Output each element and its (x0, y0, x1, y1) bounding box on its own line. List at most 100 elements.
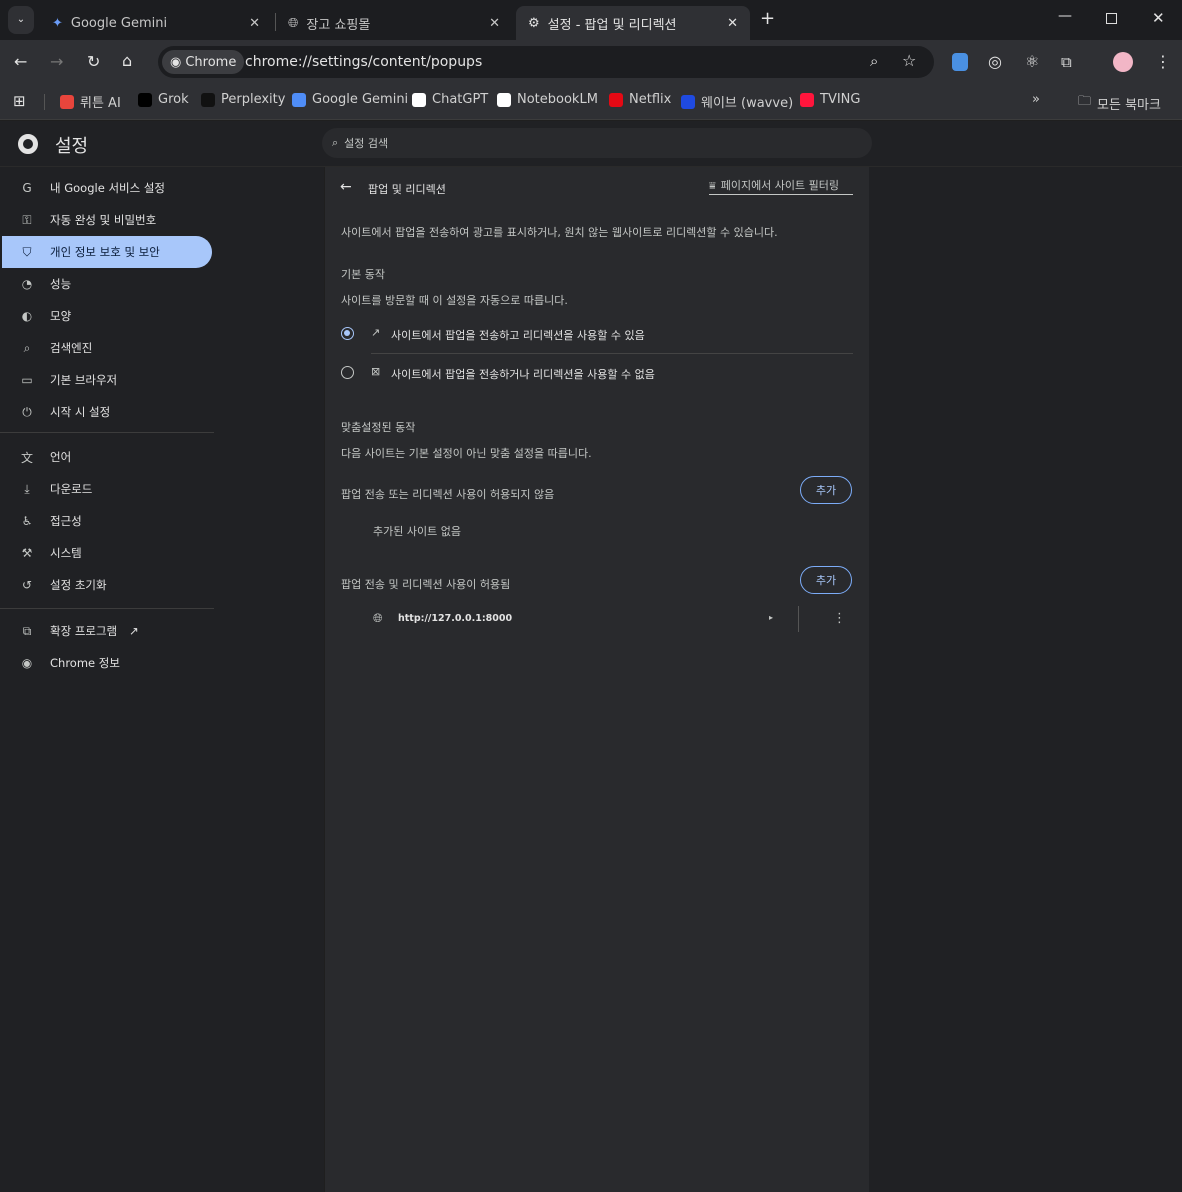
chevron-right-icon[interactable]: ▸ (769, 613, 773, 622)
settings-search-input[interactable]: ⌕ 설정 검색 (322, 128, 872, 158)
reset-icon: ↺ (21, 578, 33, 592)
maximize-button[interactable] (1106, 13, 1117, 24)
sidebar-item-label: Chrome 정보 (50, 656, 120, 670)
back-arrow-icon[interactable]: ← (340, 179, 352, 195)
sidebar-item-label: 다운로드 (50, 482, 93, 496)
option-allow-label[interactable]: 사이트에서 팝업을 전송하고 리디렉션을 사용할 수 있음 (391, 327, 645, 343)
close-tab-icon[interactable]: ✕ (489, 16, 500, 31)
tab-search-button[interactable]: ⌄ (8, 6, 34, 34)
sidebar-item[interactable]: ⚿ 자동 완성 및 비밀번호 (2, 204, 212, 236)
sidebar-item[interactable]: ♿︎ 접근성 (2, 505, 212, 537)
sidebar-item-label: 접근성 (50, 514, 82, 528)
all-bookmarks[interactable]: 🗀︎ 모든 북마크 (1078, 92, 1161, 114)
apps-icon[interactable]: ⊞ (13, 92, 26, 110)
bookmark-label: NotebookLM (517, 92, 598, 107)
sidebar-item[interactable]: ◐ 모양 (2, 300, 212, 332)
reload-button[interactable]: ↻ (87, 52, 100, 71)
gear-icon: ⚙ (528, 15, 540, 31)
close-window-button[interactable]: ✕ (1152, 9, 1165, 27)
bookmark-item[interactable]: Netflix (609, 92, 671, 107)
bookmark-label: Perplexity (221, 92, 286, 107)
sidebar-item[interactable]: 文 언어 (2, 441, 212, 473)
bookmark-item[interactable]: TVING (800, 92, 860, 107)
extensions-puzzle-icon[interactable]: ⧉ (1061, 53, 1072, 71)
globe-icon: 🌐︎ (373, 611, 383, 625)
bookmark-item[interactable]: 웨이브 (wavve) (681, 92, 793, 111)
bookmark-item[interactable]: Perplexity (201, 92, 285, 107)
sidebar-item[interactable]: ▭ 기본 브라우저 (2, 364, 212, 396)
extension-icon[interactable] (952, 53, 968, 71)
bookmark-favicon-icon (201, 92, 215, 107)
power-icon: ⏻ (22, 404, 32, 419)
bookmark-favicon-icon (292, 92, 306, 107)
record-icon[interactable]: ◎ (988, 52, 1002, 71)
minimize-button[interactable]: — (1058, 8, 1072, 24)
popup-open-icon: ↗ (371, 326, 381, 339)
tab-settings[interactable]: ⚙ 설정 - 팝업 및 리디렉션 ✕ (516, 6, 750, 40)
bookmark-item[interactable]: Grok (138, 92, 189, 107)
divider (0, 432, 214, 433)
new-tab-button[interactable]: + (760, 8, 775, 29)
globe-icon: 🌐︎ (288, 15, 299, 31)
default-heading: 기본 동작 (341, 268, 385, 281)
site-url[interactable]: http://127.0.0.1:8000 (398, 613, 512, 624)
bookmark-label: 웨이브 (wavve) (701, 96, 794, 111)
home-button[interactable]: ⌂ (122, 51, 132, 70)
chip-label: Chrome (185, 54, 237, 70)
sidebar-item[interactable]: ⏻ 시작 시 설정 (2, 396, 212, 428)
tab-strip: ⌄ ✦ Google Gemini ✕ 🌐︎ 장고 쇼핑몰 ✕ ⚙ 설정 - 팝업 및 리… (0, 0, 1182, 40)
bookmark-label: Netflix (629, 92, 672, 107)
bookmark-item[interactable]: 뤼튼 AI (60, 92, 121, 111)
sidebar-item[interactable]: ◔ 성능 (2, 268, 212, 300)
site-filter-input[interactable]: ⩸ 페이지에서 사이트 필터링 (709, 177, 853, 195)
sidebar-item[interactable]: G 내 Google 서비스 설정 (2, 172, 212, 204)
react-icon[interactable]: ⚛ (1025, 52, 1039, 71)
bookmark-favicon-icon (497, 92, 511, 107)
filter-placeholder: 페이지에서 사이트 필터링 (720, 179, 840, 192)
bookmark-star-icon[interactable]: ☆ (902, 51, 916, 70)
zoom-icon[interactable]: ⌕ (870, 52, 878, 70)
back-button[interactable]: ← (14, 52, 27, 71)
bookmark-item[interactable]: ChatGPT (412, 92, 488, 107)
menu-icon[interactable]: ⋮ (1155, 52, 1171, 71)
more-actions-icon[interactable]: ⋮ (833, 611, 846, 626)
add-blocked-button[interactable]: 추가 (800, 476, 852, 504)
forward-button[interactable]: → (50, 52, 63, 71)
avatar[interactable] (1113, 52, 1133, 72)
radio-allow[interactable] (341, 327, 354, 340)
bookmark-item[interactable]: Google Gemini (292, 92, 408, 107)
bookmark-item[interactable]: NotebookLM (497, 92, 598, 107)
all-bookmarks-label: 모든 북마크 (1097, 97, 1161, 113)
bookmarks-overflow[interactable]: » (1032, 92, 1040, 107)
sidebar-item[interactable]: ⌕ 검색엔진 (2, 332, 212, 364)
sidebar-item[interactable]: ⚒ 시스템 (2, 537, 212, 569)
popups-settings-card: ← 팝업 및 리디렉션 ⩸ 페이지에서 사이트 필터링 사이트에서 팝업을 전송하… (325, 167, 869, 1192)
bookmark-label: Google Gemini (312, 92, 409, 107)
shield-icon: ⛉ (22, 244, 32, 259)
add-allowed-button[interactable]: 추가 (800, 566, 852, 594)
sidebar-item-label: 기본 브라우저 (50, 373, 118, 387)
address-bar[interactable]: chrome://settings/content/popups ⌕ ☆ (158, 46, 934, 78)
sidebar-item[interactable]: ⤓ 다운로드 (2, 473, 212, 505)
close-tab-icon[interactable]: ✕ (249, 16, 260, 31)
section-title: 팝업 및 리디렉션 (368, 183, 446, 196)
chrome-chip[interactable]: ◉ Chrome (162, 50, 245, 74)
sidebar: G 내 Google 서비스 설정 ⚿ 자동 완성 및 비밀번호 ⛉ 개인 정보 보호 및… (0, 167, 324, 1192)
bookmark-favicon-icon (681, 94, 695, 109)
search-icon: ⌕ (23, 340, 31, 355)
sidebar-item[interactable]: ⧉ 확장 프로그램 ↗ (2, 615, 212, 647)
sidebar-item[interactable]: ↺ 설정 초기화 (2, 569, 212, 601)
tab-shop[interactable]: 🌐︎ 장고 쇼핑몰 ✕ (276, 6, 512, 40)
url-text[interactable]: chrome://settings/content/popups (245, 54, 482, 70)
sidebar-item[interactable]: ◉ Chrome 정보 (2, 647, 212, 679)
option-block-label[interactable]: 사이트에서 팝업을 전송하거나 리디렉션을 사용할 수 없음 (391, 366, 655, 382)
tab-title: Google Gemini (70, 15, 168, 31)
filter-icon: ⩸ (709, 179, 716, 192)
tab-gemini[interactable]: ✦ Google Gemini ✕ (40, 6, 272, 40)
close-tab-icon[interactable]: ✕ (727, 16, 738, 31)
palette-icon: ◐ (21, 309, 33, 323)
translate-icon: 文 (20, 450, 33, 465)
radio-block[interactable] (341, 366, 354, 379)
bookmark-favicon-icon (412, 92, 426, 107)
sidebar-item[interactable]: ⛉ 개인 정보 보호 및 보안 (2, 236, 212, 268)
